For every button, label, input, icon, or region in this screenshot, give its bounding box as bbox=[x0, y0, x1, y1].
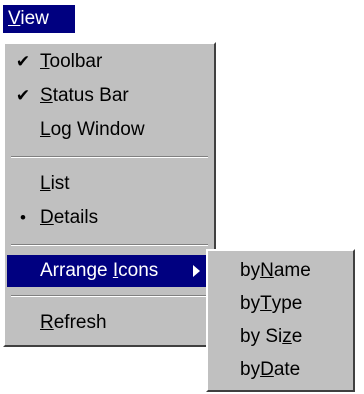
menu-item-arrange-icons[interactable]: Arrange Icons bbox=[7, 255, 212, 287]
menu-item-list[interactable]: List bbox=[7, 168, 212, 200]
submenu-arrow-icon bbox=[193, 265, 200, 277]
menu-item-label: Log Window bbox=[40, 119, 145, 140]
arrange-icons-submenu: by Name by Type by Si z e by Date bbox=[206, 249, 355, 392]
submenu-item-by-date[interactable]: by Date bbox=[240, 354, 300, 386]
view-menu[interactable]: View bbox=[3, 5, 75, 33]
menu-separator bbox=[11, 156, 208, 158]
menu-item-label: Details bbox=[40, 207, 99, 228]
menu-item-toolbar[interactable]: ✔ Toolbar bbox=[7, 46, 212, 78]
submenu-item-by-size[interactable]: by Si z e bbox=[240, 321, 302, 353]
menu-separator bbox=[11, 295, 208, 297]
submenu-item-by-type[interactable]: by Type bbox=[240, 288, 302, 320]
menu-item-details[interactable]: • Details bbox=[7, 202, 212, 234]
menu-item-refresh[interactable]: Refresh bbox=[7, 307, 212, 339]
menu-item-label: Toolbar bbox=[40, 51, 103, 72]
menu-item-status-bar[interactable]: ✔ Status Bar bbox=[7, 80, 212, 112]
menu-item-label: List bbox=[40, 173, 70, 194]
menu-separator bbox=[11, 244, 208, 246]
radio-bullet-icon: • bbox=[20, 208, 26, 227]
view-menu-label: View bbox=[8, 8, 49, 29]
menu-item-label: Status Bar bbox=[40, 85, 129, 106]
menu-item-label: Refresh bbox=[40, 312, 107, 333]
checkmark-icon: ✔ bbox=[15, 86, 31, 105]
submenu-item-by-name[interactable]: by Name bbox=[240, 255, 311, 287]
menu-item-log-window[interactable]: Log Window bbox=[7, 114, 212, 146]
checkmark-icon: ✔ bbox=[15, 52, 31, 71]
view-dropdown-menu: ✔ Toolbar ✔ Status Bar Log Window List •… bbox=[3, 42, 216, 347]
menu-item-label: Arrange Icons bbox=[40, 260, 159, 281]
